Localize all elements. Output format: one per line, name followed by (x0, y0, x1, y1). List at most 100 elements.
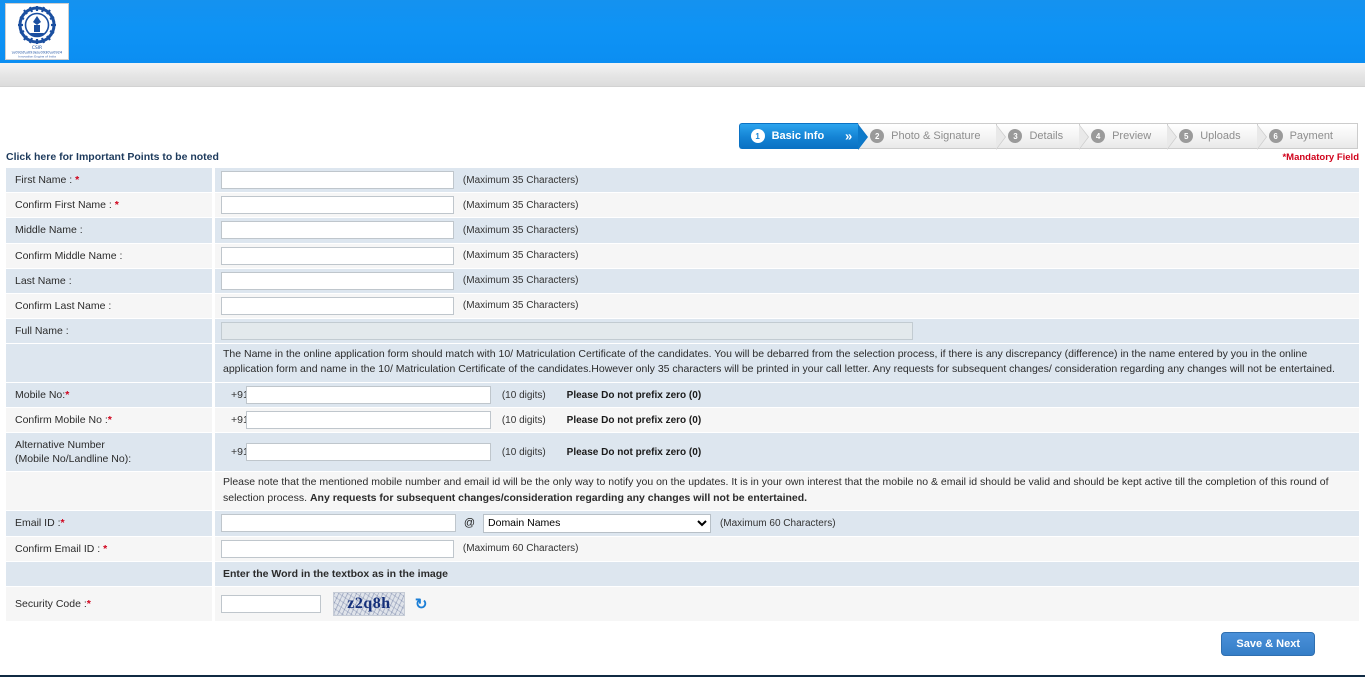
country-code-prefix: +91 (231, 413, 249, 426)
hint-max-60: (Maximum 60 Characters) (462, 543, 579, 555)
step-number: 2 (870, 129, 885, 143)
required-asterisk: * (75, 174, 80, 186)
captcha-instruction-text: Enter the Word in the textbox as in the … (213, 560, 1360, 588)
label-text: Email ID : (15, 517, 61, 530)
header-gray-strip (0, 63, 1365, 87)
step-divider (1167, 125, 1177, 149)
required-asterisk: * (65, 388, 70, 401)
wizard-step-photo-signature[interactable]: 2 Photo & Signature (858, 123, 1007, 150)
header-white-gap (0, 87, 1365, 123)
required-asterisk: * (103, 542, 108, 555)
step-label: Uploads (1200, 130, 1241, 142)
step-divider (1256, 125, 1266, 149)
row-email-id: Email ID :* @ Domain Names (Maximum 60 C… (5, 509, 1360, 537)
save-next-button[interactable]: Save & Next (1221, 632, 1315, 657)
step-number: 6 (1268, 129, 1283, 143)
refresh-captcha-icon[interactable]: ↻ (415, 597, 428, 612)
hint-10-digits: (10 digits) (501, 414, 546, 426)
step-label: Payment (1289, 130, 1333, 142)
name-note-spacer (5, 343, 215, 383)
mandatory-field-note: *Mandatory Field (1282, 152, 1359, 163)
confirm-middle-name-input[interactable] (221, 246, 454, 265)
important-points-link[interactable]: Click here for Important Points to be no… (6, 151, 219, 163)
svg-text:Innovation Engine of India: Innovation Engine of India (18, 54, 56, 58)
step-number: 3 (1008, 129, 1023, 143)
csir-logo[interactable]: CSIR \u092d\u093e\u0930\u0924 Innovation… (5, 3, 69, 60)
hint-max-35: (Maximum 35 Characters) (462, 300, 579, 312)
step-divider (996, 125, 1006, 149)
required-asterisk: * (114, 199, 119, 212)
confirm-email-id-input[interactable] (221, 539, 454, 558)
step-wizard: 1 Basic Info » 2 Photo & Signature 3 Det… (738, 123, 1358, 150)
email-id-input[interactable] (221, 514, 456, 533)
step-divider (858, 125, 868, 149)
csir-emblem-icon: CSIR \u092d\u093e\u0930\u0924 Innovation… (12, 5, 63, 58)
row-last-name: Last Name : (Maximum 35 Characters) (5, 267, 1360, 294)
row-name-note: The Name in the online application form … (5, 343, 1360, 383)
security-code-input[interactable] (221, 595, 321, 614)
required-asterisk: * (60, 517, 65, 530)
row-confirm-mobile-no: Confirm Mobile No :* +91 (10 digits) Ple… (5, 406, 1360, 433)
mobile-note-spacer (5, 471, 215, 511)
mobile-note-text: Please note that the mentioned mobile nu… (213, 471, 1360, 511)
row-mobile-note: Please note that the mentioned mobile nu… (5, 471, 1360, 511)
label-full-name: Full Name : (5, 318, 215, 345)
wizard-step-preview[interactable]: 4 Preview (1079, 123, 1178, 150)
label-middle-name: Middle Name : (5, 217, 215, 244)
confirm-last-name-input[interactable] (221, 296, 454, 315)
row-confirm-last-name: Confirm Last Name : (Maximum 35 Characte… (5, 292, 1360, 320)
mobile-note-bold: Any requests for subsequent changes/cons… (309, 491, 808, 504)
label-text: Confirm Email ID : (15, 542, 101, 555)
step-label: Photo & Signature (891, 130, 981, 142)
step-label: Basic Info (771, 130, 825, 142)
wizard-step-details[interactable]: 3 Details (996, 123, 1090, 150)
at-sign-icon: @ (463, 517, 476, 530)
wizard-step-uploads[interactable]: 5 Uploads (1167, 123, 1267, 150)
row-captcha-instruction: Enter the Word in the textbox as in the … (5, 560, 1360, 588)
notes-row: Click here for Important Points to be no… (0, 151, 1365, 167)
wizard-step-basic-info[interactable]: 1 Basic Info » (738, 123, 869, 150)
hint-no-prefix-zero: Please Do not prefix zero (0) (566, 446, 702, 458)
label-first-name: First Name : * (5, 166, 215, 194)
label-text-line1: Alternative Number (15, 438, 105, 451)
footer-spacer (0, 662, 1365, 676)
required-asterisk: * (86, 598, 91, 611)
row-confirm-first-name: Confirm First Name : * (Maximum 35 Chara… (5, 192, 1360, 219)
required-asterisk: * (107, 413, 112, 426)
name-note-text: The Name in the online application form … (213, 343, 1360, 383)
captcha-instruction-spacer (5, 560, 215, 588)
row-confirm-email-id: Confirm Email ID : * (Maximum 60 Charact… (5, 535, 1360, 562)
first-name-input[interactable] (221, 171, 454, 190)
last-name-input[interactable] (221, 271, 454, 290)
label-text: Mobile No: (15, 388, 66, 401)
alternative-number-input[interactable] (245, 443, 491, 462)
row-first-name: First Name : * (Maximum 35 Characters) (5, 166, 1360, 194)
confirm-first-name-input[interactable] (221, 196, 454, 215)
country-code-prefix: +91 (231, 388, 249, 401)
hint-max-35: (Maximum 35 Characters) (462, 250, 579, 262)
wizard-step-payment[interactable]: 6 Payment (1256, 123, 1358, 149)
mobile-no-input[interactable] (245, 385, 491, 404)
step-number: 1 (750, 129, 765, 143)
email-domain-select[interactable]: Domain Names (483, 513, 712, 533)
step-label: Preview (1112, 130, 1152, 142)
row-confirm-middle-name: Confirm Middle Name : (Maximum 35 Charac… (5, 242, 1360, 269)
step-number: 5 (1179, 129, 1194, 143)
label-last-name: Last Name : (5, 267, 215, 294)
hint-max-35: (Maximum 35 Characters) (462, 199, 579, 211)
confirm-mobile-no-input[interactable] (245, 410, 491, 429)
middle-name-input[interactable] (221, 221, 454, 240)
label-confirm-email-id: Confirm Email ID : * (5, 535, 215, 562)
hint-no-prefix-zero: Please Do not prefix zero (0) (566, 389, 702, 401)
hint-max-35: (Maximum 35 Characters) (462, 174, 579, 186)
label-confirm-middle-name: Confirm Middle Name : (5, 242, 215, 269)
form-actions: Save & Next (0, 622, 1365, 663)
wizard-container: 1 Basic Info » 2 Photo & Signature 3 Det… (0, 123, 1365, 151)
label-confirm-first-name: Confirm First Name : * (5, 192, 215, 219)
hint-max-35: (Maximum 35 Characters) (462, 275, 579, 287)
hint-max-35: (Maximum 35 Characters) (462, 224, 579, 236)
hint-10-digits: (10 digits) (501, 446, 546, 458)
label-confirm-last-name: Confirm Last Name : (5, 292, 215, 320)
row-middle-name: Middle Name : (Maximum 35 Characters) (5, 217, 1360, 244)
site-header: CSIR \u092d\u093e\u0930\u0924 Innovation… (0, 0, 1365, 63)
